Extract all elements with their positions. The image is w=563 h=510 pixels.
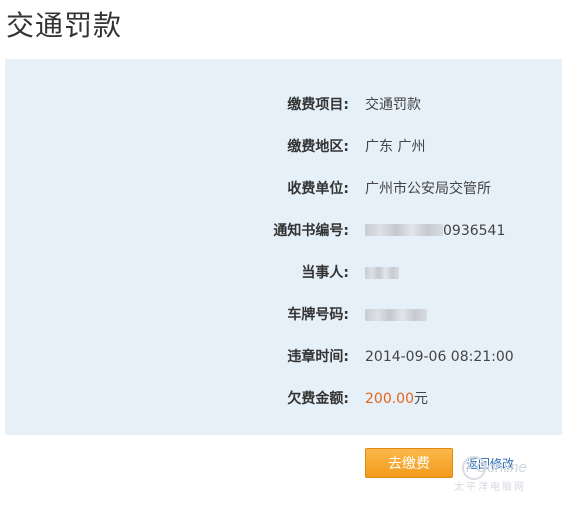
detail-row-amount-due: 欠费金额: 200.00元: [5, 388, 562, 410]
detail-label: 当事人:: [301, 265, 349, 281]
redacted-blur: [365, 267, 399, 279]
detail-label: 欠费金额:: [287, 391, 349, 407]
notice-number-tail: 0936541: [443, 223, 506, 239]
detail-value-wrap: [365, 304, 427, 326]
page-title: 交通罚款: [6, 9, 123, 42]
detail-row-party: 当事人:: [5, 262, 562, 284]
detail-value-wrap: 200.00元: [365, 388, 428, 410]
watermark-text: PConline: [466, 459, 527, 476]
detail-row-payee-unit: 收费单位: 广州市公安局交管所: [5, 178, 562, 200]
detail-label: 缴费项目:: [287, 97, 349, 113]
redacted-blur: [365, 309, 427, 321]
amount-due: 200.00: [365, 391, 414, 407]
pay-button[interactable]: 去缴费: [365, 448, 453, 478]
page: 交通罚款 缴费项目: 交通罚款 缴费地区: 广东 广州 收费单位: 广州市公安局…: [0, 0, 563, 510]
detail-label: 违章时间:: [287, 349, 349, 365]
detail-value: 广东 广州: [365, 139, 426, 155]
detail-row-violation-time: 违章时间: 2014-09-06 08:21:00: [5, 346, 562, 368]
payment-details-panel: 缴费项目: 交通罚款 缴费地区: 广东 广州 收费单位: 广州市公安局交管所 通…: [5, 59, 562, 435]
detail-value: 交通罚款: [365, 97, 421, 113]
watermark-subtext: 太平洋电脑网: [454, 480, 526, 493]
redacted-blur: [365, 224, 443, 236]
detail-row-plate-number: 车牌号码:: [5, 304, 562, 326]
detail-value-wrap: [365, 262, 399, 284]
detail-label: 缴费地区:: [287, 139, 349, 155]
detail-value: 2014-09-06 08:21:00: [365, 349, 514, 365]
detail-label: 通知书编号:: [273, 223, 349, 239]
amount-unit: 元: [414, 391, 428, 407]
detail-value: 广州市公安局交管所: [365, 181, 491, 197]
detail-row-payment-region: 缴费地区: 广东 广州: [5, 136, 562, 158]
detail-value-wrap: 0936541: [365, 220, 505, 242]
detail-label: 车牌号码:: [287, 307, 349, 323]
detail-label: 收费单位:: [287, 181, 349, 197]
detail-row-notice-number: 通知书编号: 0936541: [5, 220, 562, 242]
pconline-watermark: PConline 太平洋电脑网: [454, 456, 527, 493]
detail-row-payment-item: 缴费项目: 交通罚款: [5, 94, 562, 116]
